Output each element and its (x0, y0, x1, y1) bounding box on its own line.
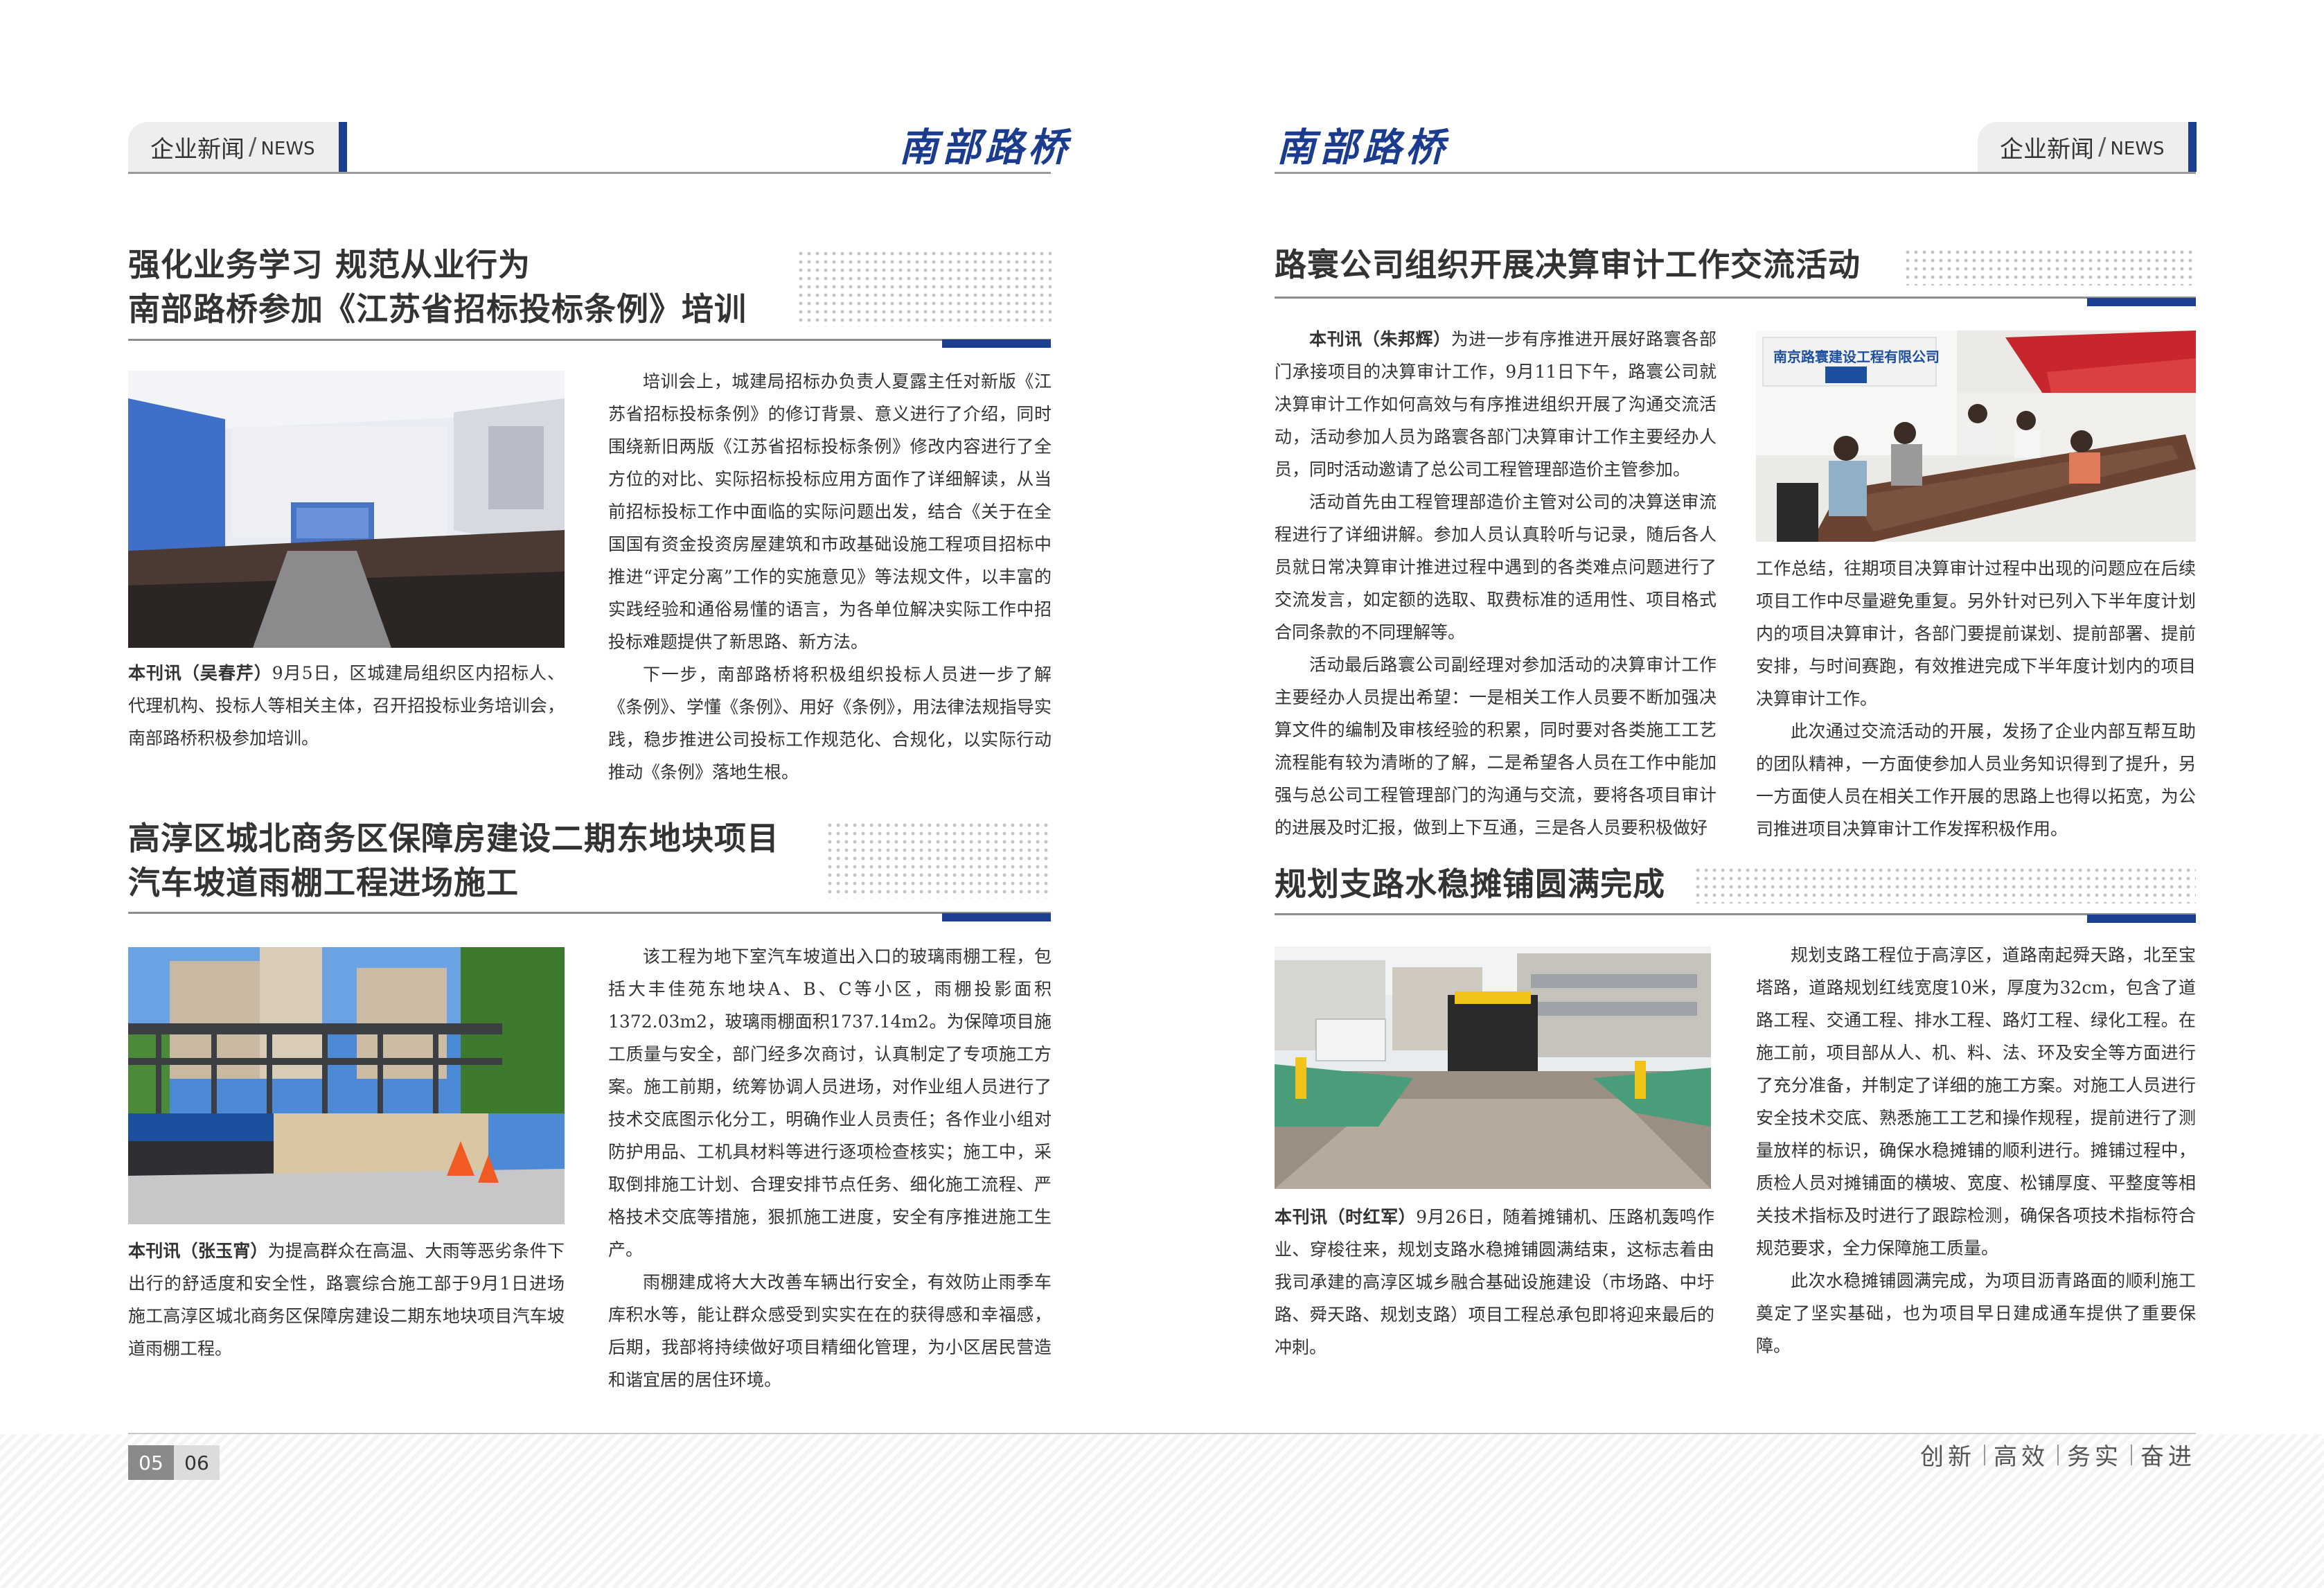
article-3-paragraph: 为进一步有序推进开展好路寰各部门承接项目的决算审计工作，9月11日下午，路寰公司… (1275, 329, 1717, 479)
page-number-left: 05 (128, 1445, 174, 1480)
body-byline: 本刊讯（朱邦辉） (1309, 329, 1451, 349)
slogan-divider (1984, 1444, 1985, 1465)
caption-byline: 本刊讯（张玉宵） (128, 1241, 268, 1261)
heading-dot-pattern (826, 821, 1052, 899)
footer-slogan: 创新 高效 务实 奋进 (1920, 1438, 2196, 1472)
heading-rule (128, 339, 1051, 341)
heading-dot-pattern (797, 249, 1052, 327)
slogan-word: 创新 (1920, 1443, 1976, 1471)
article-1-paragraph: 培训会上，城建局招标办负责人夏露主任对新版《江苏省招标投标条例》的修订背景、意义… (608, 371, 1052, 652)
slogan-word: 奋进 (2140, 1443, 2196, 1471)
heading-accent (2087, 915, 2196, 923)
article-2-title-line1: 高淳区城北商务区保障房建设二期东地块项目 (128, 820, 779, 857)
conference-room-photo: 南京路寰建设工程有限公司 (1756, 330, 2196, 542)
page-number-right: 06 (174, 1445, 220, 1480)
header-rule-right (1275, 172, 2196, 174)
article-2-paragraph: 该工程为地下室汽车坡道出入口的玻璃雨棚工程，包括大丰佳苑东地块A、B、C等小区，… (608, 946, 1052, 1260)
article-3-body-left: 本刊讯（朱邦辉）为进一步有序推进开展好路寰各部门承接项目的决算审计工作，9月11… (1275, 323, 1717, 844)
article-3-paragraph: 活动首先由工程管理部造价主管对公司的决算送审流程进行了详细讲解。参加人员认真聆听… (1275, 492, 1717, 642)
section-tab-slash: / (2098, 133, 2106, 161)
section-tab-label: 企业新闻 (2000, 135, 2094, 164)
article-1-body: 培训会上，城建局招标办负责人夏露主任对新版《江苏省招标投标条例》的修订背景、意义… (608, 365, 1052, 788)
article-1-title-line2: 南部路桥参加《江苏省招标投标条例》培训 (128, 290, 747, 328)
slogan-word: 务实 (2067, 1443, 2122, 1471)
article-4-title: 规划支路水稳摊铺圆满完成 (1275, 865, 1665, 903)
article-1-caption: 本刊讯（吴春芹）9月5日，区城建局组织区内招标人、代理机构、投标人等相关主体，召… (128, 657, 565, 755)
article-3-paragraph: 此次通过交流活动的开展，发扬了企业内部互帮互助的团队精神，一方面使参加人员业务知… (1756, 721, 2196, 839)
tab-accent-bar (339, 122, 347, 172)
footer-rule (128, 1433, 2196, 1434)
slogan-word: 高效 (1994, 1443, 2049, 1471)
section-tab-right: 企业新闻 / NEWS (1978, 122, 2194, 172)
caption-byline: 本刊讯（时红军） (1275, 1207, 1417, 1227)
article-3-paragraph: 活动最后路寰公司副经理对参加活动的决算审计工作主要经办人员提出希望：一是相关工作… (1275, 655, 1717, 838)
article-4-body: 规划支路工程位于高淳区，道路南起舜天路，北至宝塔路，道路规划红线宽度10米，厚度… (1756, 939, 2196, 1362)
section-tab-en: NEWS (2110, 139, 2165, 159)
tab-accent-bar (2188, 122, 2197, 172)
article-4-paragraph: 规划支路工程位于高淳区，道路南起舜天路，北至宝塔路，道路规划红线宽度10米，厚度… (1756, 945, 2196, 1258)
brand-logo-right: 南部路桥 (1277, 125, 1448, 170)
article-3-body-right: 工作总结，往期项目决算审计过程中出现的问题应在后续项目工作中尽量避免重复。另外针… (1756, 552, 2196, 845)
article-2-title: 高淳区城北商务区保障房建设二期东地块项目 汽车坡道雨棚工程进场施工 (128, 816, 779, 905)
article-3-title: 路寰公司组织开展决算审计工作交流活动 (1275, 246, 1861, 283)
article-3-paragraph: 工作总结，往期项目决算审计过程中出现的问题应在后续项目工作中尽量避免重复。另外针… (1756, 558, 2196, 709)
heading-rule (1275, 297, 2196, 299)
section-tab-left: 企业新闻 / NEWS (128, 122, 344, 172)
canopy-construction-photo (128, 947, 565, 1224)
slogan-divider (2057, 1444, 2059, 1465)
meeting-hall-photo (128, 371, 565, 648)
article-4-paragraph: 此次水稳摊铺圆满完成，为项目沥青路面的顺利施工奠定了坚实基础，也为项目早日建成通… (1756, 1271, 2196, 1356)
company-sign-text: 南京路寰建设工程有限公司 (1773, 349, 1940, 365)
road-paving-photo (1275, 946, 1711, 1189)
article-2-title-line2: 汽车坡道雨棚工程进场施工 (128, 864, 519, 901)
heading-rule (128, 912, 1051, 914)
caption-text: 9月26日，随着摊铺机、压路机轰鸣作业、穿梭往来，规划支路水稳摊铺圆满结束，这标… (1275, 1207, 1714, 1357)
heading-dot-pattern (1694, 866, 2196, 903)
article-2-caption: 本刊讯（张玉宵）为提高群众在高温、大雨等恶劣条件下出行的舒适度和安全性，路寰综合… (128, 1235, 565, 1365)
article-1-title-line1: 强化业务学习 规范从业行为 (128, 246, 531, 283)
heading-accent (2087, 298, 2196, 306)
heading-rule (1275, 913, 2196, 915)
caption-byline: 本刊讯（吴春芹） (128, 663, 272, 683)
article-4-caption: 本刊讯（时红军）9月26日，随着摊铺机、压路机轰鸣作业、穿梭往来，规划支路水稳摊… (1275, 1201, 1714, 1364)
heading-accent (942, 339, 1051, 348)
section-tab-label: 企业新闻 (150, 135, 245, 164)
article-2-paragraph: 雨棚建成将大大改善车辆出行安全，有效防止雨季车库积水等，能让群众感受到实实在在的… (608, 1272, 1052, 1390)
article-2-body: 该工程为地下室汽车坡道出入口的玻璃雨棚工程，包括大丰佳苑东地块A、B、C等小区，… (608, 940, 1052, 1396)
section-tab-en: NEWS (260, 139, 315, 159)
heading-dot-pattern (1904, 248, 2196, 285)
article-1-title: 强化业务学习 规范从业行为 南部路桥参加《江苏省招标投标条例》培训 (128, 242, 747, 331)
heading-accent (942, 913, 1051, 921)
article-1-paragraph: 下一步，南部路桥将积极组织投标人员进一步了解《条例》、学懂《条例》、用好《条例》… (608, 664, 1052, 782)
slogan-divider (2131, 1444, 2132, 1465)
brand-logo-left: 南部路桥 (899, 125, 1071, 170)
section-tab-slash: / (249, 133, 257, 161)
